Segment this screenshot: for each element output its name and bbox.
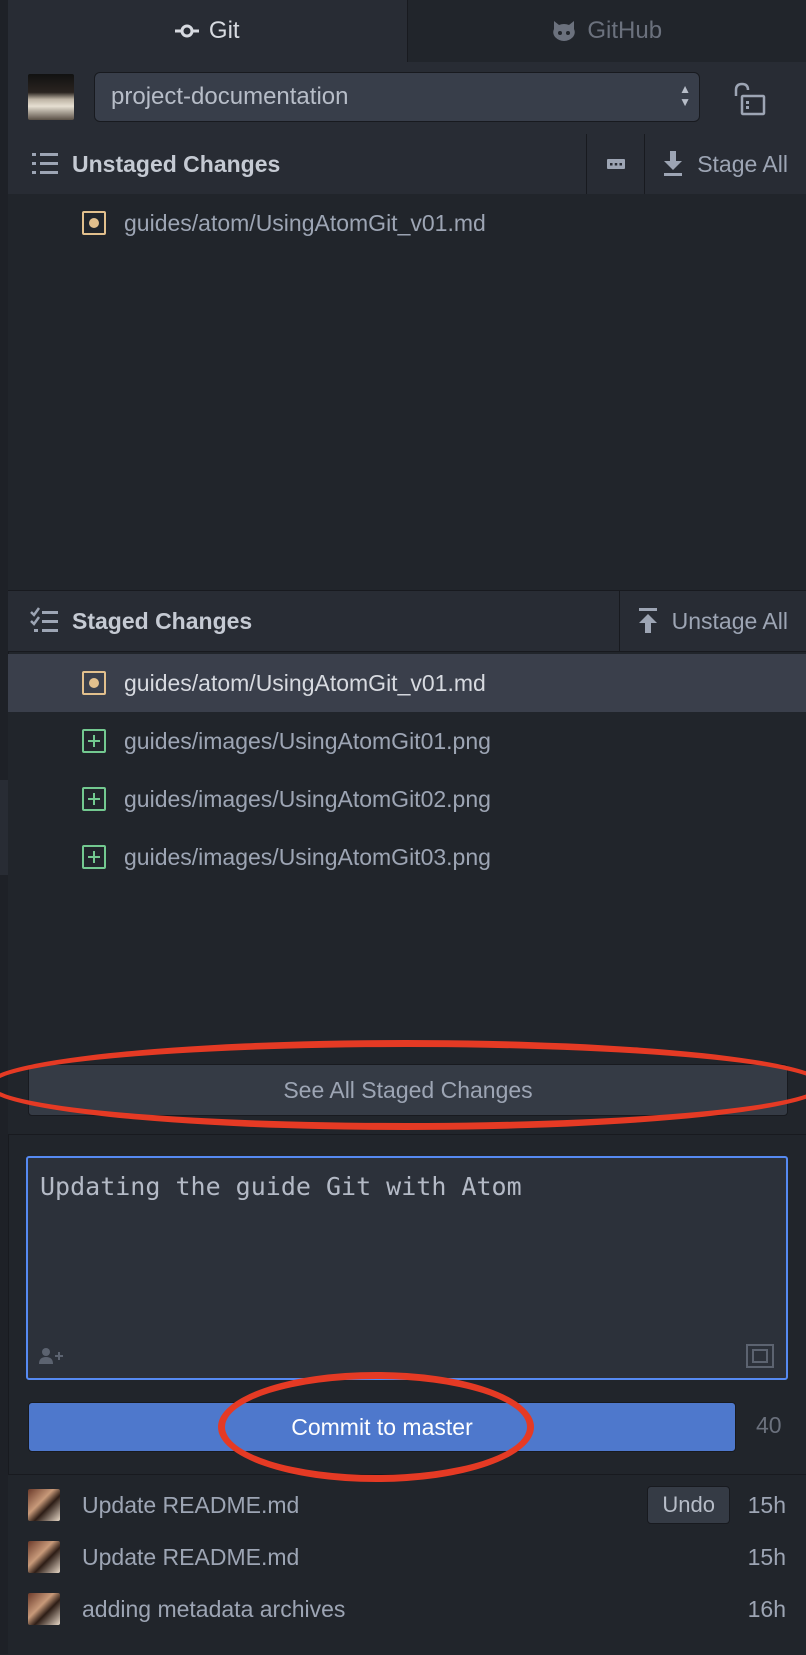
commit-time: 15h [742,1544,786,1571]
see-all-staged-changes-button[interactable]: See All Staged Changes [28,1064,788,1116]
list-item[interactable]: Update README.md Undo 15h [8,1479,806,1531]
file-added-icon [82,729,106,753]
staged-changes-header: Staged Changes Unstage All [8,590,806,652]
remaining-characters-count: 40 [756,1412,782,1439]
tab-github-label: GitHub [587,17,662,45]
unstage-all-button[interactable]: Unstage All [619,591,806,651]
list-item[interactable]: guides/images/UsingAtomGit02.png [8,770,806,828]
recent-commits-list: Update README.md Undo 15h Update README.… [8,1474,806,1655]
see-all-staged-changes-label: See All Staged Changes [283,1077,532,1104]
unstaged-changes-title: Unstaged Changes [72,151,280,178]
list-unordered-icon [30,149,60,179]
octocat-icon [551,19,577,43]
list-item[interactable]: guides/atom/UsingAtomGit_v01.md [8,654,806,712]
file-added-icon [82,845,106,869]
commit-button-label: Commit to master [291,1414,472,1441]
git-commit-icon [175,24,199,38]
stage-all-label: Stage All [697,151,788,178]
download-icon [663,151,683,177]
avatar [28,1593,60,1625]
commit-message-text: Updating the guide Git with Atom [40,1172,522,1201]
avatar [28,1489,60,1521]
list-item[interactable]: guides/atom/UsingAtomGit_v01.md [8,194,806,252]
unlock-icon[interactable] [732,82,766,116]
expand-editor-icon[interactable] [746,1344,774,1368]
commit-message: adding metadata archives [82,1596,742,1623]
unstage-all-label: Unstage All [672,608,788,635]
tab-github[interactable]: GitHub [408,0,806,62]
file-added-icon [82,787,106,811]
staged-changes-list: guides/atom/UsingAtomGit_v01.md guides/i… [8,654,806,1135]
list-item[interactable]: Update README.md 15h [8,1531,806,1583]
file-path: guides/images/UsingAtomGit02.png [124,786,491,813]
commit-time: 16h [742,1596,786,1623]
staged-changes-title: Staged Changes [72,608,252,635]
file-path: guides/atom/UsingAtomGit_v01.md [124,670,486,697]
commit-button[interactable]: Commit to master [28,1402,736,1452]
repository-bar: project-documentation ▲▼ [8,62,806,135]
file-path: guides/atom/UsingAtomGit_v01.md [124,210,486,237]
stage-all-button[interactable]: Stage All [644,134,806,194]
commit-message: Update README.md [82,1492,647,1519]
list-item[interactable]: adding metadata archives 16h [8,1583,806,1635]
file-modified-icon [82,671,106,695]
upload-icon [638,608,658,634]
unstaged-changes-header: Unstaged Changes Stage All [8,134,806,195]
commit-message-editor[interactable]: Updating the guide Git with Atom [26,1156,788,1380]
commit-message: Update README.md [82,1544,742,1571]
discard-all-button[interactable] [586,134,644,194]
list-item[interactable]: guides/images/UsingAtomGit03.png [8,828,806,886]
dock-tabs: Git GitHub [8,0,806,63]
file-path: guides/images/UsingAtomGit01.png [124,728,491,755]
unstaged-changes-list: guides/atom/UsingAtomGit_v01.md [8,194,806,591]
file-path: guides/images/UsingAtomGit03.png [124,844,491,871]
repository-select[interactable]: project-documentation ▲▼ [94,72,700,122]
repository-select-value: project-documentation [111,83,348,111]
checklist-icon [30,606,60,636]
avatar [28,1541,60,1573]
add-coauthor-icon[interactable] [38,1346,64,1366]
ellipsis-icon [607,159,625,169]
list-item[interactable]: guides/images/UsingAtomGit01.png [8,712,806,770]
avatar[interactable] [28,74,74,120]
tab-git-label: Git [209,17,240,45]
undo-button[interactable]: Undo [647,1486,730,1524]
select-arrows-icon: ▲▼ [679,83,691,109]
commit-time: 15h [742,1492,786,1519]
tab-git[interactable]: Git [8,0,408,62]
file-modified-icon [82,211,106,235]
